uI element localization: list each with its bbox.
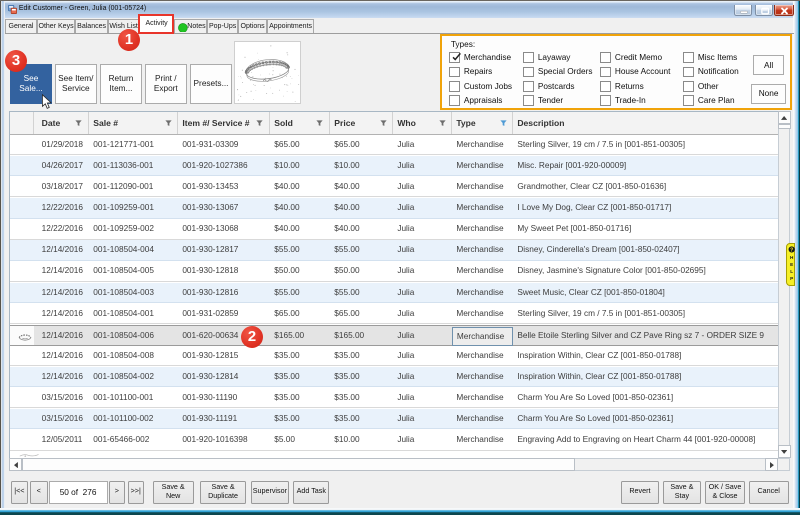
svg-text:P: P <box>790 276 793 281</box>
svg-text:E: E <box>790 262 793 267</box>
svg-text:?: ? <box>790 247 793 253</box>
svg-text:L: L <box>790 269 793 274</box>
svg-text:H: H <box>790 255 794 260</box>
